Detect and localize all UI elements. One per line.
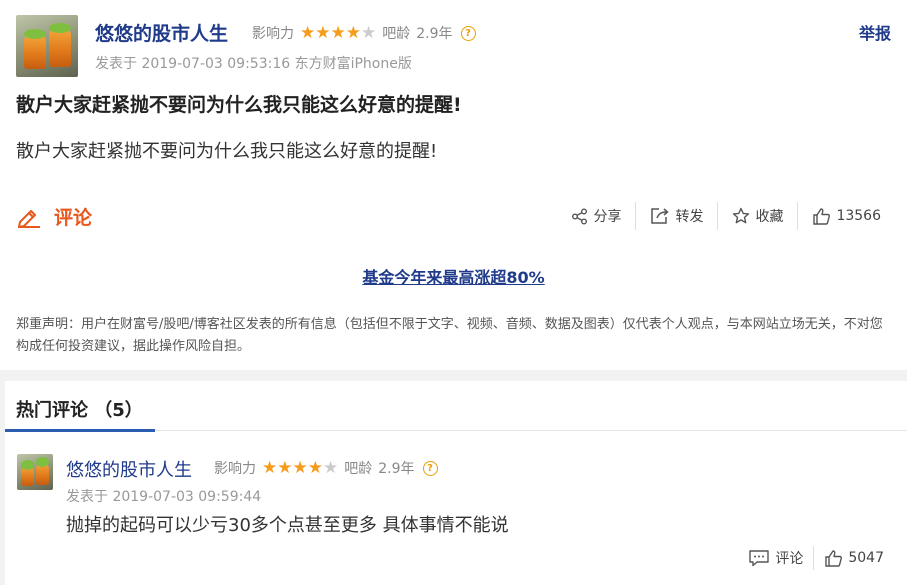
comment-like-button[interactable]: 5047 [813, 546, 894, 570]
comment-author-meta: 影响力 ★ ★ ★ ★ ★ 吧龄 2.9年 ? [214, 458, 438, 478]
star-icon: ★ [330, 22, 346, 43]
star-outline-icon [733, 207, 750, 224]
post-timestamp: 发表于 2019-07-03 09:53:16 东方财富iPhone版 [95, 56, 412, 72]
comment-author-avatar[interactable] [17, 454, 53, 490]
forward-icon [651, 208, 670, 224]
help-icon[interactable]: ? [422, 460, 438, 476]
post-card: 悠悠的股市人生 影响力 ★ ★ ★ ★ ★ 吧龄 2.9年 ? 举报 发表于 2… [0, 0, 907, 370]
comment-timestamp: 发表于 2019-07-03 09:59:44 [66, 489, 262, 505]
star-empty-icon: ★ [361, 22, 377, 43]
bar-age-label: 吧龄 [344, 461, 373, 477]
bar-age-label: 吧龄 [382, 26, 411, 42]
reply-button[interactable]: 评论 [738, 546, 813, 570]
post-body: 散户大家赶紧抛不要问为什么我只能这么好意的提醒! [16, 141, 438, 162]
comment-like-count: 5047 [848, 550, 884, 566]
star-icon: ★ [345, 22, 361, 43]
star-icon: ★ [307, 457, 323, 478]
favorite-button[interactable]: 收藏 [717, 202, 797, 230]
share-icon [572, 208, 588, 224]
star-icon: ★ [292, 457, 308, 478]
post-actions: 分享 转发 收藏 13566 [557, 201, 895, 231]
share-button[interactable]: 分享 [557, 202, 635, 230]
thumbs-up-icon [825, 549, 843, 567]
author-avatar[interactable] [16, 15, 78, 77]
star-icon: ★ [300, 22, 316, 43]
share-label: 分享 [593, 209, 622, 225]
bar-age-value: 2.9年 [416, 26, 453, 42]
comment-bubble-icon [749, 550, 770, 567]
bar-age-value: 2.9年 [378, 461, 415, 477]
like-button[interactable]: 13566 [797, 202, 895, 230]
author-name[interactable]: 悠悠的股市人生 [95, 19, 228, 46]
star-empty-icon: ★ [323, 457, 339, 478]
post-title: 散户大家赶紧抛不要问为什么我只能这么好意的提醒! [16, 94, 462, 116]
hot-comments-title[interactable]: 热门评论 （5） [16, 396, 143, 422]
like-count: 13566 [836, 208, 881, 224]
reply-label: 评论 [775, 551, 804, 567]
help-icon[interactable]: ? [460, 25, 476, 41]
influence-label: 影响力 [252, 26, 294, 42]
thumbs-up-icon [813, 207, 831, 225]
disclaimer-text: 郑重声明：用户在财富号/股吧/博客社区发表的所有信息（包括但不限于文字、视频、音… [16, 317, 883, 354]
influence-rating: ★ ★ ★ ★ ★ [262, 457, 339, 478]
favorite-label: 收藏 [755, 209, 784, 225]
influence-rating: ★ ★ ★ ★ ★ [300, 22, 377, 43]
star-icon: ★ [315, 22, 331, 43]
star-icon: ★ [277, 457, 293, 478]
comment-button[interactable]: 评论 [16, 203, 92, 230]
influence-label: 影响力 [214, 461, 256, 477]
forward-button[interactable]: 转发 [635, 202, 717, 230]
promo-link[interactable]: 基金今年来最高涨超80% [0, 264, 907, 288]
hot-comments-header: 热门评论 （5） [5, 381, 907, 432]
forward-label: 转发 [675, 209, 704, 225]
comment-label: 评论 [54, 207, 93, 229]
comment-actions: 评论 5047 [738, 546, 894, 570]
hot-comments-section: 热门评论 （5） 悠悠的股市人生 影响力 ★ ★ ★ ★ ★ 吧龄 2.9年 ?… [5, 381, 907, 585]
author-meta: 影响力 ★ ★ ★ ★ ★ 吧龄 2.9年 ? [252, 22, 476, 44]
comment-text: 抛掉的起码可以少亏30多个点甚至更多 具体事情不能说 [66, 515, 509, 536]
star-icon: ★ [262, 457, 278, 478]
active-tab-indicator [5, 429, 155, 432]
comment-author-name[interactable]: 悠悠的股市人生 [66, 456, 192, 482]
report-button[interactable]: 举报 [859, 20, 891, 44]
pencil-icon [18, 209, 40, 228]
